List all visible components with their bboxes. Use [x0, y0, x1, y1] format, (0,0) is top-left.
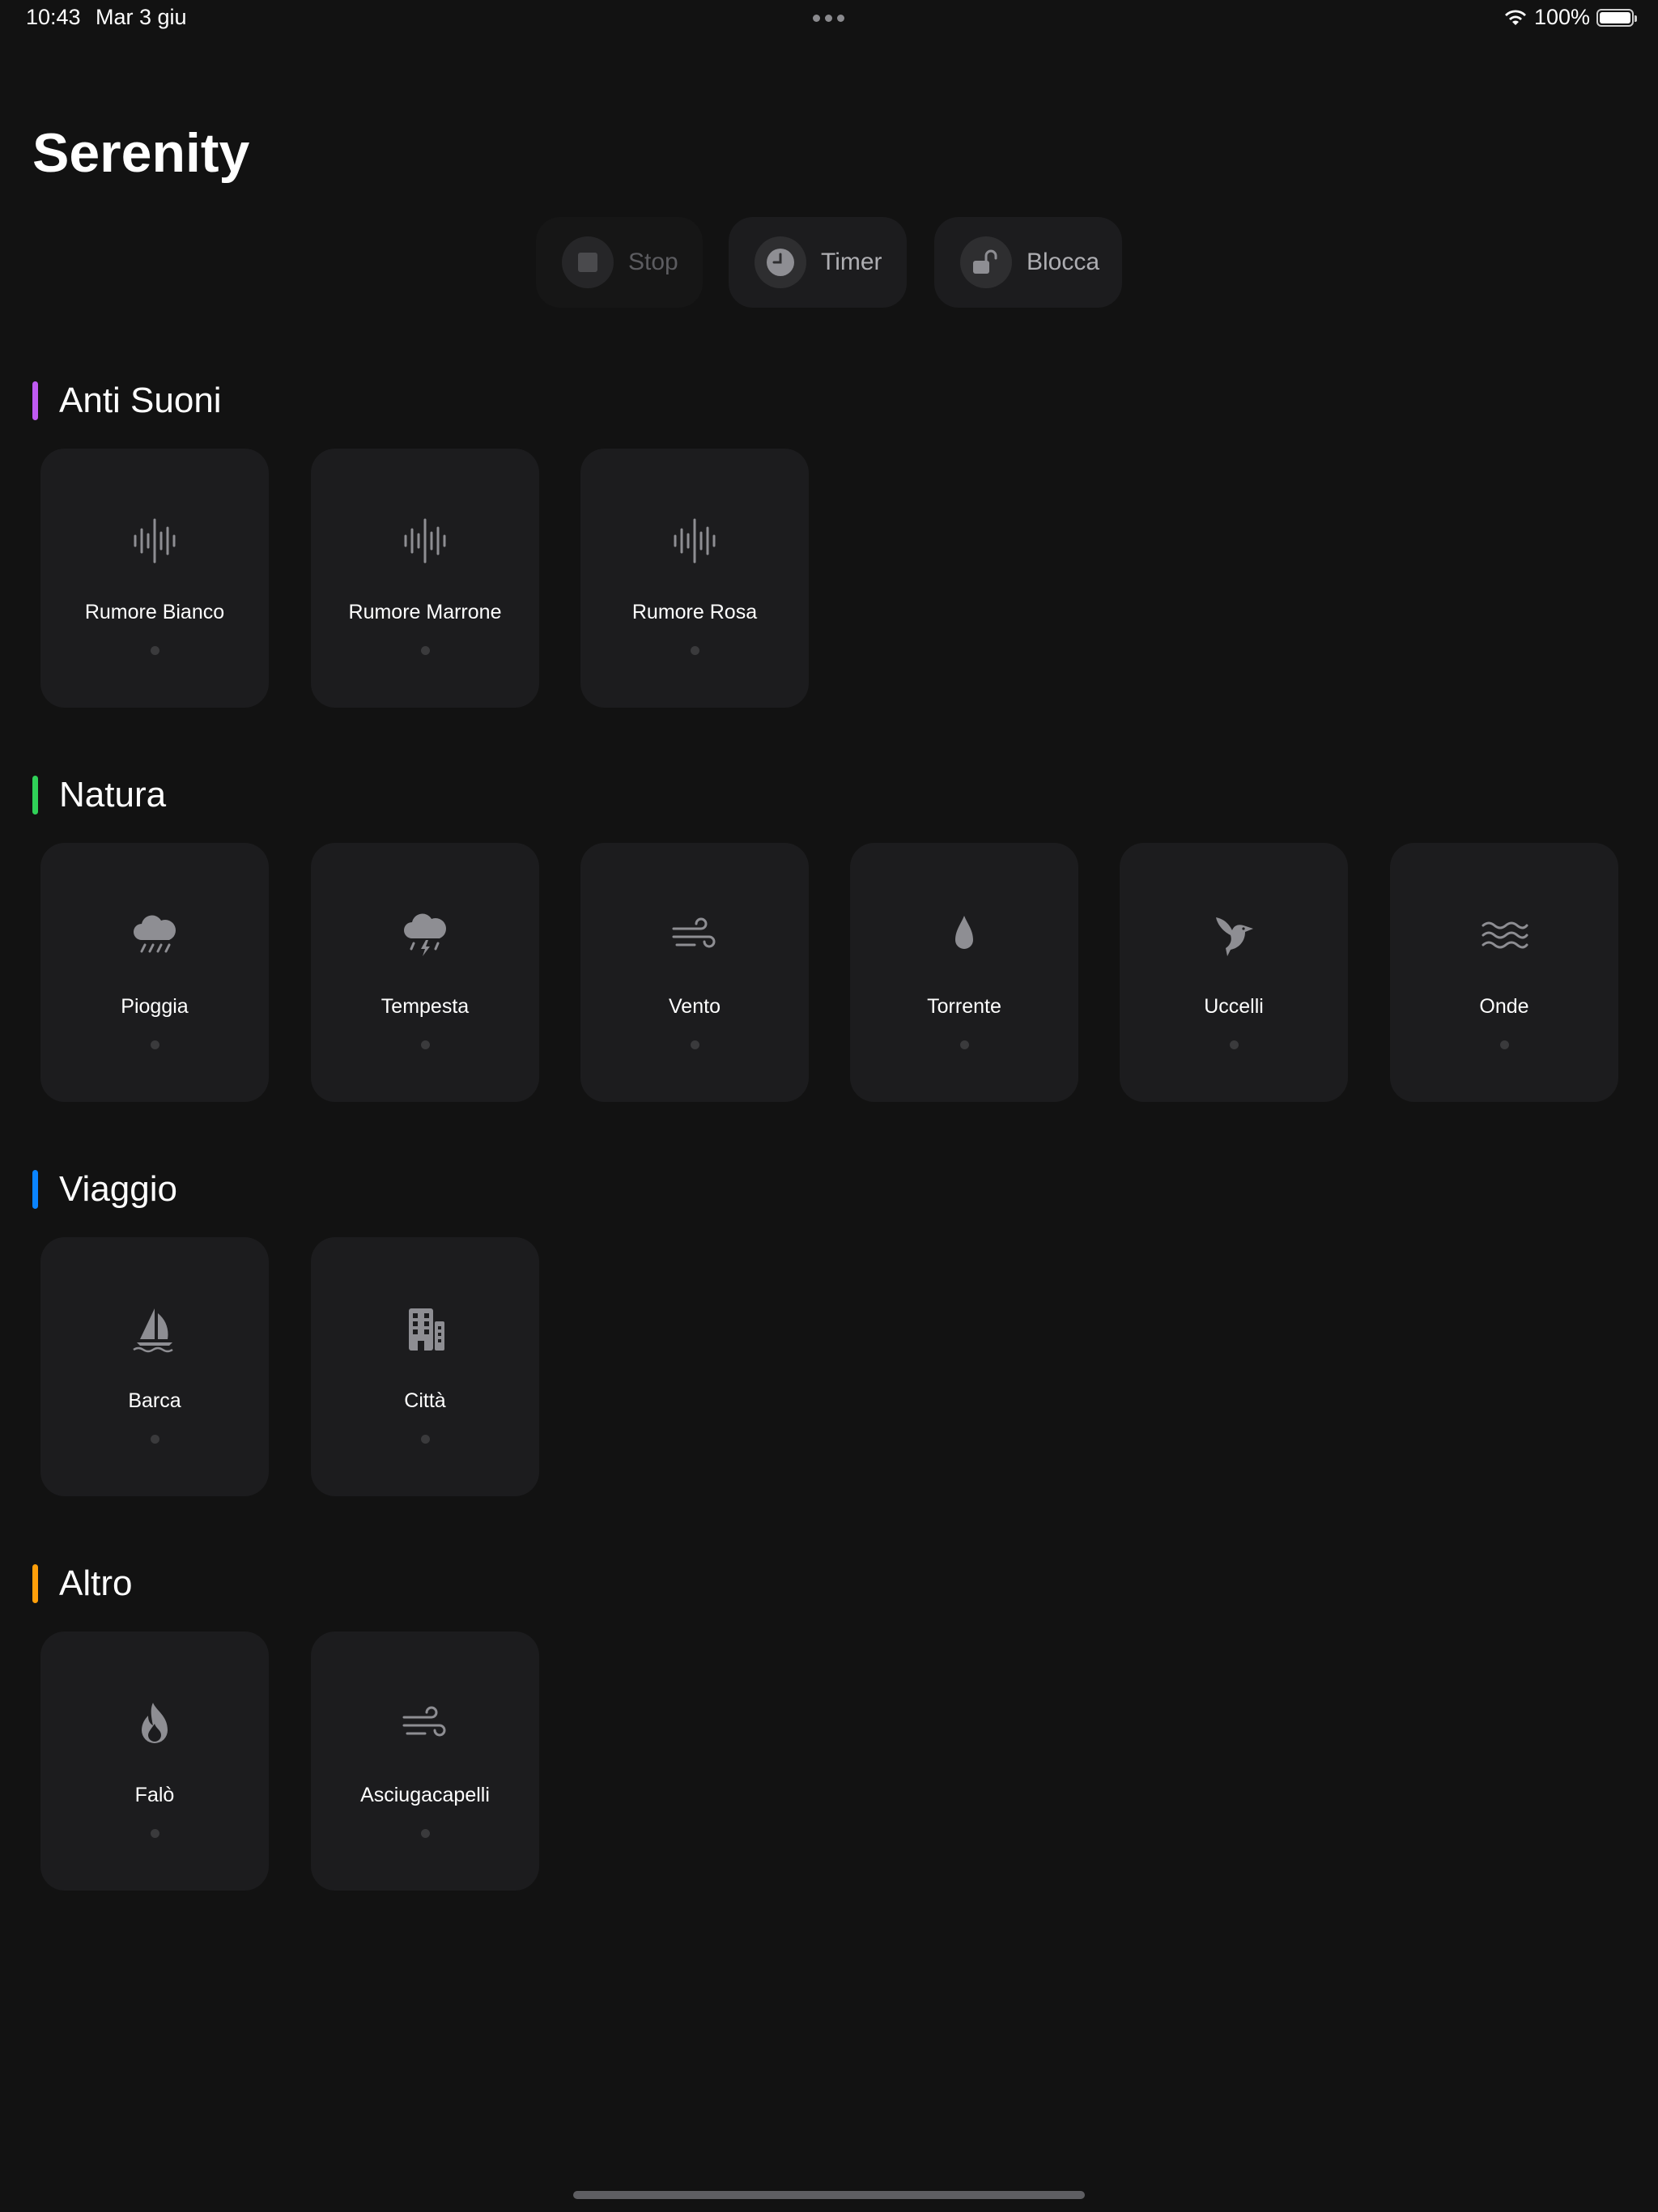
- status-bar: 10:43 Mar 3 giu 100%: [0, 0, 1658, 39]
- section-title: Altro: [59, 1563, 133, 1603]
- cloud-bolt-rain-icon: [401, 911, 449, 959]
- sound-label: Vento: [669, 995, 721, 1018]
- sound-label: Uccelli: [1204, 995, 1264, 1018]
- stop-label: Stop: [628, 249, 678, 275]
- playing-indicator: [1230, 1040, 1239, 1049]
- sound-tile-falo[interactable]: Falò: [40, 1631, 269, 1891]
- building-icon: [401, 1305, 449, 1354]
- playing-indicator: [421, 1829, 430, 1838]
- timer-button[interactable]: Timer: [729, 217, 907, 308]
- status-time: 10:43: [26, 5, 81, 29]
- waveform-icon: [670, 517, 719, 565]
- sound-label: Barca: [128, 1389, 181, 1412]
- section-header-viaggio: Viaggio: [32, 1169, 177, 1210]
- sound-label: Rumore Rosa: [631, 601, 758, 623]
- waveform-icon: [401, 517, 449, 565]
- sound-tile-barca[interactable]: Barca: [40, 1237, 269, 1496]
- timer-label: Timer: [821, 249, 882, 275]
- stop-icon: [562, 236, 614, 288]
- page-title: Serenity: [32, 122, 250, 184]
- playing-indicator: [151, 1829, 159, 1838]
- sound-label: Rumore Marrone: [348, 601, 502, 623]
- playing-indicator: [691, 646, 699, 655]
- cloud-rain-icon: [130, 911, 179, 959]
- sound-label: Onde: [1479, 995, 1529, 1018]
- battery-icon: [1596, 8, 1637, 27]
- lock-label: Blocca: [1027, 249, 1100, 275]
- sound-tile-torrente[interactable]: Torrente: [850, 843, 1078, 1102]
- section-accent-bar: [32, 381, 38, 420]
- wifi-icon: [1504, 9, 1526, 25]
- sound-label: Città: [404, 1389, 446, 1412]
- playing-indicator: [1500, 1040, 1509, 1049]
- water-waves-icon: [1480, 911, 1528, 959]
- sound-tile-citta[interactable]: Città: [311, 1237, 539, 1496]
- playing-indicator: [151, 646, 159, 655]
- playback-controls: Stop Timer Blocca: [0, 217, 1658, 308]
- wind-icon: [401, 1699, 449, 1748]
- section-title: Anti Suoni: [59, 381, 222, 420]
- sound-label: Pioggia: [121, 995, 189, 1018]
- playing-indicator: [151, 1435, 159, 1444]
- playing-indicator: [421, 1435, 430, 1444]
- sound-tile-tempesta[interactable]: Tempesta: [311, 843, 539, 1102]
- section-accent-bar: [32, 1564, 38, 1603]
- status-right: 100%: [1503, 5, 1637, 30]
- status-date: Mar 3 giu: [96, 5, 187, 29]
- drop-icon: [940, 911, 988, 959]
- sound-tile-uccelli[interactable]: Uccelli: [1120, 843, 1348, 1102]
- section-header-altro: Altro: [32, 1563, 132, 1604]
- section-accent-bar: [32, 1170, 38, 1209]
- playing-indicator: [691, 1040, 699, 1049]
- sailboat-icon: [130, 1305, 179, 1354]
- battery-percentage: 100%: [1533, 5, 1590, 29]
- playing-indicator: [960, 1040, 969, 1049]
- waveform-icon: [130, 517, 179, 565]
- lock-button[interactable]: Blocca: [934, 217, 1122, 308]
- sound-tile-pioggia[interactable]: Pioggia: [40, 843, 269, 1102]
- playing-indicator: [151, 1040, 159, 1049]
- section-title: Viaggio: [59, 1169, 177, 1209]
- sound-label: Tempesta: [380, 995, 470, 1018]
- section-accent-bar: [32, 776, 38, 815]
- bird-icon: [1209, 911, 1258, 959]
- playing-indicator: [421, 1040, 430, 1049]
- sound-label: Falò: [134, 1784, 175, 1806]
- sound-tile-rumore-marrone[interactable]: Rumore Marrone: [311, 449, 539, 708]
- home-indicator[interactable]: [573, 2191, 1085, 2199]
- lock-open-icon: [960, 236, 1012, 288]
- stop-button[interactable]: Stop: [536, 217, 703, 308]
- wind-icon: [670, 911, 719, 959]
- sound-tile-rumore-bianco[interactable]: Rumore Bianco: [40, 449, 269, 708]
- multitasking-dots[interactable]: [813, 15, 844, 22]
- playing-indicator: [421, 646, 430, 655]
- sound-tile-asciugacapelli[interactable]: Asciugacapelli: [311, 1631, 539, 1891]
- section-title: Natura: [59, 775, 167, 815]
- sound-label: Asciugacapelli: [360, 1784, 490, 1806]
- section-header-anti-suoni: Anti Suoni: [32, 381, 222, 421]
- sound-tile-onde[interactable]: Onde: [1390, 843, 1618, 1102]
- section-header-natura: Natura: [32, 775, 166, 815]
- sound-label: Rumore Bianco: [84, 601, 225, 623]
- sound-tile-rumore-rosa[interactable]: Rumore Rosa: [580, 449, 809, 708]
- flame-icon: [130, 1699, 179, 1748]
- sound-tile-vento[interactable]: Vento: [580, 843, 809, 1102]
- timer-icon: [755, 236, 806, 288]
- sound-label: Torrente: [927, 995, 1001, 1018]
